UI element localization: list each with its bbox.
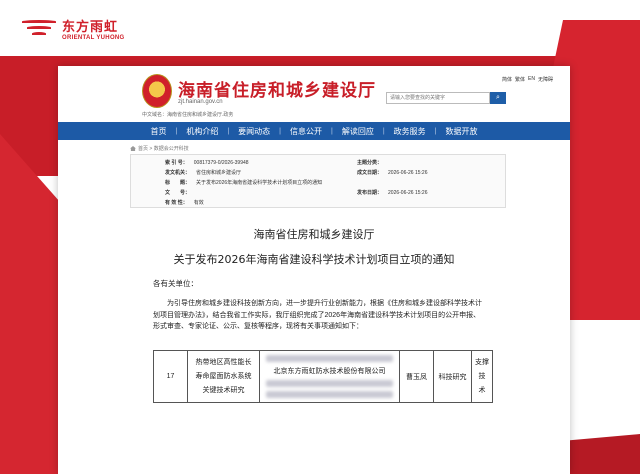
project-name: 热带地区高性能长 寿命屋面防水系统 关键技术研究 [187,350,260,403]
utility-links: 简体 繁体 EN 无障碍 [502,76,553,83]
project-table: 17 热带地区高性能长 寿命屋面防水系统 关键技术研究 北京东方雨虹防水技术股份… [153,350,493,403]
util-link-english[interactable]: EN [528,76,535,83]
nav-item-data[interactable]: 数据开放 [436,126,486,137]
search-button[interactable]: ⌕ [490,92,506,104]
meta-title-label: 标 题： [165,180,191,186]
meta-validity-label: 有 效 性： [165,200,188,206]
search-input[interactable] [386,92,490,104]
nav-item-services[interactable]: 政务服务 [385,126,435,137]
site-header: 海南省住房和城乡建设厅 zjt.hainan.gov.cn 中文域名：海南省住房… [58,66,570,126]
brand-name-cn: 东方雨虹 [62,18,119,34]
meta-category-label: 主题分类： [357,160,383,166]
blurred-unit [266,380,393,387]
main-nav: 首页 | 机构介绍 | 要闻动态 | 信息公开 | 解读回应 | 政务服务 | … [58,122,570,140]
project-leader: 曹玉凤 [399,350,434,403]
meta-validity-value: 有效 [193,200,204,206]
breadcrumb-text[interactable]: 首页 > 数据会公开科技 [138,145,189,152]
document-title: 关于发布2026年海南省建设科学技术计划项目立项的通知 [173,253,455,266]
nav-item-about[interactable]: 机构介绍 [177,126,227,137]
project-support: 支撑技 术 [471,350,493,403]
national-emblem-icon [142,74,172,108]
website-screenshot: 海南省住房和城乡建设厅 zjt.hainan.gov.cn 中文域名：海南省住房… [58,66,570,474]
search-bar: ⌕ [386,92,506,104]
project-category: 科技研究 [433,350,472,403]
nav-item-news[interactable]: 要闻动态 [229,126,279,137]
table-row: 17 热带地区高性能长 寿命屋面防水系统 关键技术研究 北京东方雨虹防水技术股份… [153,350,493,403]
blurred-unit [266,391,393,398]
company-logo: 东方雨虹 ORIENTAL YUHONG [22,18,125,42]
util-link-simplified[interactable]: 简体 [502,76,512,83]
project-unit-visible: 北京东方雨虹防水技术股份有限公司 [273,368,386,375]
meta-pubdate-value: 2026-06-26 15:26 [388,190,428,196]
meta-index-label: 索 引 号： [165,160,188,166]
site-cn-domain: 中文域名：海南省住房和城乡建设厅.政务 [142,112,234,118]
document-greeting: 各有关单位： [153,279,198,288]
nav-item-home[interactable]: 首页 [142,126,176,137]
meta-issue-date-value: 2026-06-26 15:26 [388,170,428,176]
document-body: 为引导住房和城乡建设科技创新方向，进一步提升行业创新能力，根据《住房和城乡建设部… [153,300,482,330]
project-number: 17 [153,350,188,403]
meta-publisher-label: 发文机关： [165,170,191,176]
meta-index-value: 00817379-0/2026-39948 [193,160,249,166]
meta-issue-date-label: 成文日期： [357,170,383,176]
blurred-unit [266,355,393,362]
document-org: 海南省住房和城乡建设厅 [253,228,375,241]
site-title[interactable]: 海南省住房和城乡建设厅 [178,76,376,101]
util-link-accessibility[interactable]: 无障碍 [538,76,553,83]
site-domain: zjt.hainan.gov.cn [178,99,223,105]
project-units: 北京东方雨虹防水技术股份有限公司 [259,350,400,403]
meta-pubdate-label: 发布日期： [357,190,383,196]
document-metadata: 索 引 号： 00817379-0/2026-39948 主题分类： 发文机关： 省… [130,154,506,208]
breadcrumb: 首页 > 数据会公开科技 [130,145,189,152]
nav-item-interpretation[interactable]: 解读回应 [333,126,383,137]
rainbow-logo-icon [22,18,56,42]
nav-item-disclosure[interactable]: 信息公开 [281,126,331,137]
home-icon [130,146,136,151]
meta-title-value: 关于发布2026年海南省建设科学技术计划项目立项的通知 [196,180,323,186]
meta-publisher-value: 省住房和城乡建设厅 [196,170,242,176]
search-icon: ⌕ [496,94,500,101]
util-link-traditional[interactable]: 繁体 [515,76,525,83]
brand-name-en: ORIENTAL YUHONG [62,34,125,41]
meta-docno-label: 文 号： [165,190,191,196]
